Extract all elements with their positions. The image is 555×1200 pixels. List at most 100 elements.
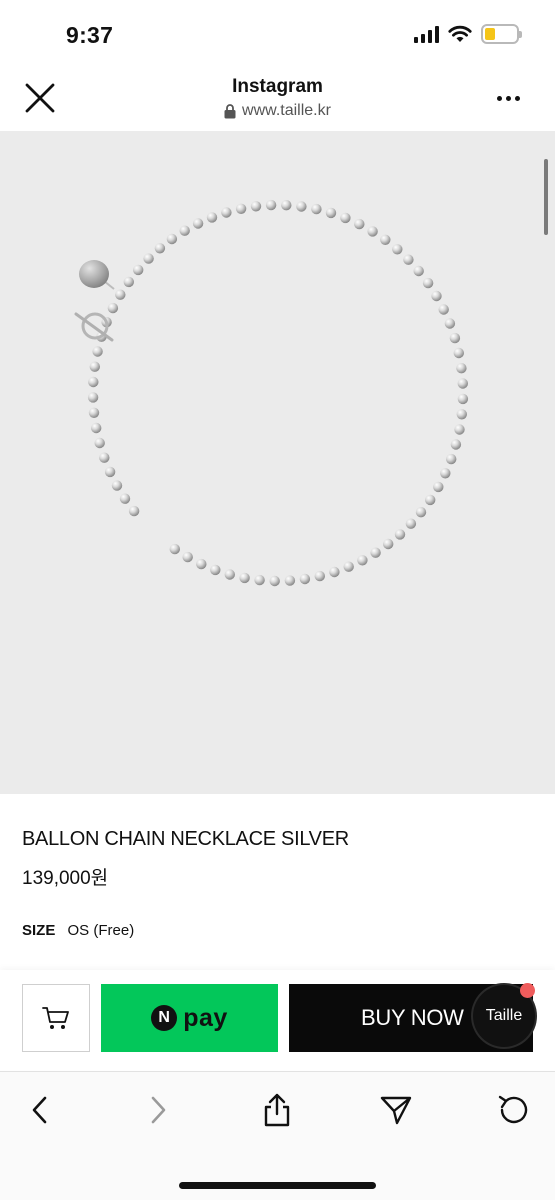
chain-bead	[446, 453, 457, 465]
bottom-toolbar	[0, 1071, 555, 1200]
chain-bead	[425, 494, 436, 506]
forward-button[interactable]	[138, 1090, 178, 1130]
chain-bead	[449, 332, 461, 344]
chain-bead	[94, 437, 105, 449]
chain-bead	[104, 466, 116, 478]
buy-now-label: BUY NOW	[361, 1005, 464, 1030]
chain-bead	[91, 422, 102, 434]
purchase-bar: N pay BUY NOW Taille	[0, 970, 555, 1070]
status-icons	[414, 24, 522, 44]
chain-bead	[357, 555, 368, 566]
chain-bead	[224, 569, 235, 580]
chain-bead	[433, 481, 444, 493]
reload-button[interactable]	[494, 1090, 534, 1130]
chain-bead	[392, 244, 403, 255]
chain-bead	[169, 543, 180, 555]
chain-bead	[239, 572, 250, 584]
share-button[interactable]	[257, 1090, 297, 1130]
chain-bead	[99, 452, 110, 463]
status-time: 9:37	[66, 22, 114, 48]
chain-bead	[456, 363, 467, 374]
chain-bead	[440, 468, 451, 479]
necklace-image	[74, 199, 469, 587]
header-center: Instagram www.taille.kr	[0, 76, 555, 124]
more-icon	[497, 95, 502, 101]
chain-bead	[196, 558, 207, 570]
chain-bead	[329, 566, 340, 578]
chain-bead	[438, 304, 449, 315]
size-row: SIZE OS (Free)	[22, 922, 134, 939]
forward-icon	[151, 1096, 166, 1124]
url-display[interactable]: www.taille.kr	[224, 102, 331, 120]
chain-bead	[284, 575, 296, 586]
chain-bead	[422, 277, 434, 289]
product-price: 139,000원	[22, 868, 109, 889]
chain-bead	[299, 573, 311, 585]
chain-bead	[296, 201, 307, 212]
chain-bead	[265, 199, 277, 211]
signal-icon	[414, 25, 439, 43]
chain-bead	[453, 347, 464, 359]
chain-bead	[123, 276, 134, 288]
balloon-charm	[79, 260, 115, 290]
chain-bead	[405, 518, 417, 529]
scroll-indicator[interactable]	[544, 159, 548, 235]
chain-bead	[269, 575, 280, 587]
chain-bead	[88, 407, 100, 418]
chain-bead	[343, 561, 354, 572]
chain-bead	[403, 254, 414, 265]
chain-bead	[128, 505, 140, 517]
chain-bead	[444, 318, 456, 329]
size-value: OS (Free)	[67, 922, 135, 939]
chain-bead	[413, 265, 424, 277]
chain-bead	[456, 409, 467, 420]
chain-bead	[235, 203, 247, 214]
chain-bead	[154, 243, 166, 254]
chain-bead	[87, 392, 99, 403]
chain-beads	[87, 199, 469, 587]
chain-bead	[383, 538, 394, 550]
chain-bead	[370, 547, 381, 558]
notification-dot	[520, 983, 535, 998]
send-icon	[380, 1096, 412, 1125]
npay-button[interactable]: N pay	[101, 984, 278, 1052]
chain-bead	[143, 253, 154, 264]
reload-icon	[498, 1095, 528, 1124]
size-label: SIZE	[22, 922, 56, 939]
chain-bead	[454, 424, 465, 435]
more-button[interactable]	[497, 88, 527, 108]
header-title: Instagram	[232, 76, 323, 97]
chain-bead	[182, 551, 193, 563]
lock-icon	[224, 103, 236, 118]
send-button[interactable]	[376, 1090, 416, 1130]
product-image[interactable]	[0, 131, 555, 794]
chain-bead	[380, 234, 391, 245]
product-name: BALLON CHAIN NECKLACE SILVER	[22, 828, 349, 850]
chain-bead	[457, 393, 469, 405]
wifi-icon	[448, 25, 472, 42]
chain-bead	[166, 233, 178, 245]
chain-bead	[311, 203, 322, 215]
chain-bead	[340, 212, 351, 224]
chain-bead	[119, 493, 131, 504]
browser-header: Instagram www.taille.kr	[0, 68, 555, 130]
chain-bead	[450, 439, 462, 450]
chain-bead	[115, 289, 126, 300]
chain-bead	[457, 378, 468, 389]
cart-button[interactable]	[22, 984, 90, 1052]
battery-icon	[481, 24, 522, 44]
status-bar: 9:37	[0, 0, 555, 68]
chain-bead	[192, 218, 204, 229]
chain-bead	[210, 564, 221, 576]
back-icon	[32, 1096, 47, 1124]
chain-bead	[221, 207, 232, 218]
npay-label: pay	[183, 1003, 228, 1032]
chain-bead	[179, 225, 190, 236]
chain-bead	[394, 529, 406, 540]
url-text: www.taille.kr	[242, 102, 331, 119]
chain-bead	[314, 570, 325, 582]
chain-bead	[281, 200, 292, 211]
back-button[interactable]	[20, 1090, 60, 1130]
chain-bead	[88, 376, 99, 388]
chain-bead	[89, 361, 101, 372]
